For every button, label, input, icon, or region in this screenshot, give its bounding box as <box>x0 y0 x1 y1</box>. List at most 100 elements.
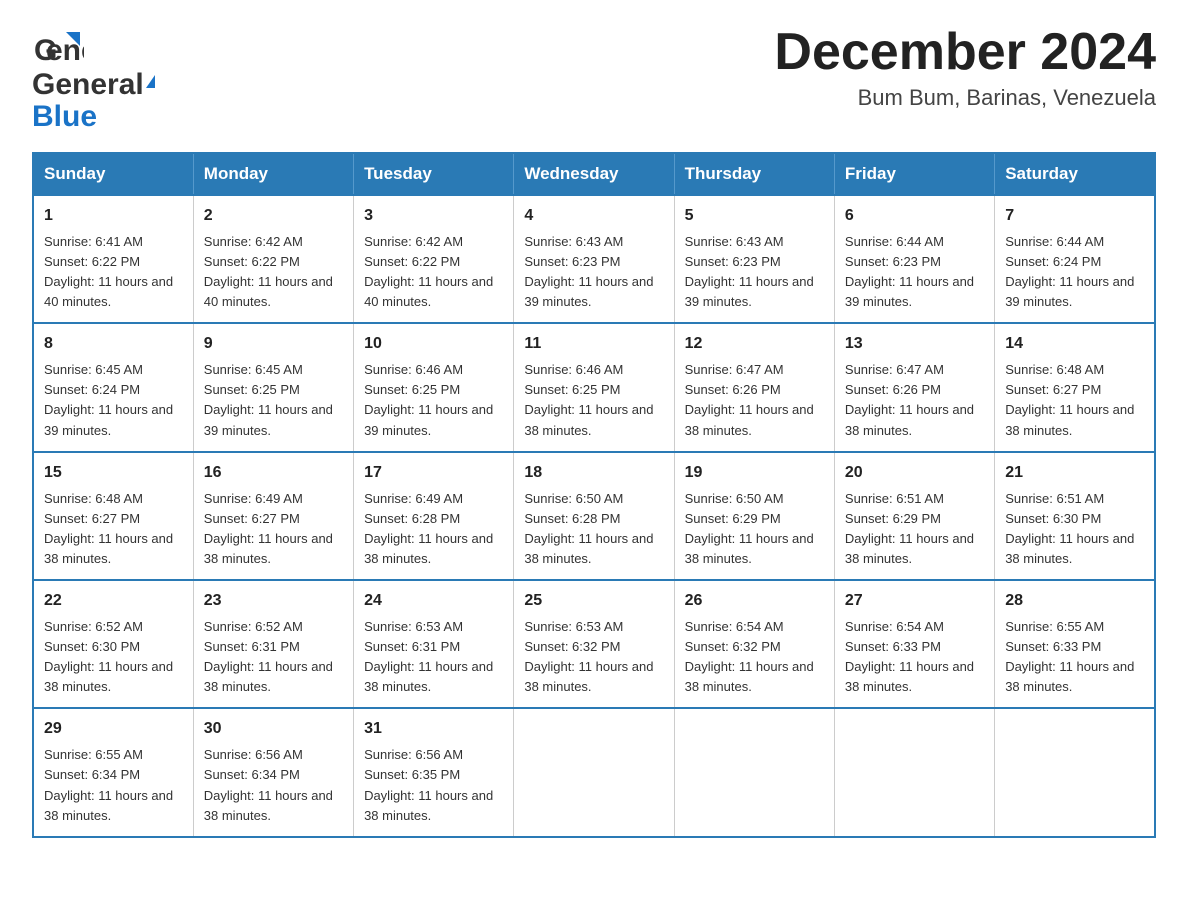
col-header-monday: Monday <box>193 153 353 195</box>
day-number: 14 <box>1005 332 1144 357</box>
calendar-cell: 14 Sunrise: 6:48 AMSunset: 6:27 PMDayligh… <box>995 323 1155 451</box>
title-area: December 2024 Bum Bum, Barinas, Venezuel… <box>774 24 1156 111</box>
calendar-cell: 19 Sunrise: 6:50 AMSunset: 6:29 PMDayligh… <box>674 452 834 580</box>
page-subtitle: Bum Bum, Barinas, Venezuela <box>774 85 1156 111</box>
day-info: Sunrise: 6:50 AMSunset: 6:29 PMDaylight:… <box>685 489 824 570</box>
day-info: Sunrise: 6:51 AMSunset: 6:30 PMDaylight:… <box>1005 489 1144 570</box>
day-info: Sunrise: 6:46 AMSunset: 6:25 PMDaylight:… <box>524 360 663 441</box>
day-info: Sunrise: 6:42 AMSunset: 6:22 PMDaylight:… <box>364 232 503 313</box>
day-number: 8 <box>44 332 183 357</box>
day-number: 19 <box>685 461 824 486</box>
day-info: Sunrise: 6:52 AMSunset: 6:31 PMDaylight:… <box>204 617 343 698</box>
calendar-cell: 16Sunrise: 6:49 AMSunset: 6:27 PMDayligh… <box>193 452 353 580</box>
calendar-cell: 27 Sunrise: 6:54 AMSunset: 6:33 PMDayligh… <box>834 580 994 708</box>
calendar-cell: 5Sunrise: 6:43 AMSunset: 6:23 PMDaylight… <box>674 195 834 323</box>
col-header-wednesday: Wednesday <box>514 153 674 195</box>
col-header-friday: Friday <box>834 153 994 195</box>
calendar-cell: 18Sunrise: 6:50 AMSunset: 6:28 PMDayligh… <box>514 452 674 580</box>
day-info: Sunrise: 6:44 AMSunset: 6:24 PMDaylight:… <box>1005 232 1144 313</box>
day-info: Sunrise: 6:53 AMSunset: 6:32 PMDaylight:… <box>524 617 663 698</box>
calendar-cell <box>995 708 1155 836</box>
day-info: Sunrise: 6:54 AMSunset: 6:32 PMDaylight:… <box>685 617 824 698</box>
logo-general-text: General <box>32 68 144 102</box>
calendar-cell: 21Sunrise: 6:51 AMSunset: 6:30 PMDayligh… <box>995 452 1155 580</box>
day-info: Sunrise: 6:52 AMSunset: 6:30 PMDaylight:… <box>44 617 183 698</box>
calendar-cell <box>834 708 994 836</box>
logo-triangle-icon <box>146 75 155 88</box>
calendar-cell: 1 Sunrise: 6:41 AMSunset: 6:22 PMDaylight… <box>33 195 193 323</box>
day-number: 7 <box>1005 204 1144 229</box>
col-header-thursday: Thursday <box>674 153 834 195</box>
calendar-week-2: 8 Sunrise: 6:45 AMSunset: 6:24 PMDaylight… <box>33 323 1155 451</box>
calendar-header-row: Sunday Monday Tuesday Wednesday Thursday… <box>33 153 1155 195</box>
logo-area: G eneral General Blue <box>32 24 155 134</box>
calendar-cell: 24Sunrise: 6:53 AMSunset: 6:31 PMDayligh… <box>354 580 514 708</box>
day-info: Sunrise: 6:49 AMSunset: 6:28 PMDaylight:… <box>364 489 503 570</box>
day-number: 10 <box>364 332 503 357</box>
calendar-cell: 13 Sunrise: 6:47 AMSunset: 6:26 PMDayligh… <box>834 323 994 451</box>
logo-blue-text: Blue <box>32 100 97 133</box>
day-number: 31 <box>364 717 503 742</box>
calendar-cell: 6Sunrise: 6:44 AMSunset: 6:23 PMDaylight… <box>834 195 994 323</box>
day-number: 27 <box>845 589 984 614</box>
day-info: Sunrise: 6:46 AMSunset: 6:25 PMDaylight:… <box>364 360 503 441</box>
calendar-cell: 26 Sunrise: 6:54 AMSunset: 6:32 PMDayligh… <box>674 580 834 708</box>
calendar-cell: 12Sunrise: 6:47 AMSunset: 6:26 PMDayligh… <box>674 323 834 451</box>
calendar-cell <box>674 708 834 836</box>
day-info: Sunrise: 6:45 AMSunset: 6:24 PMDaylight:… <box>44 360 183 441</box>
page-header: G eneral General Blue December 2024 Bum … <box>32 24 1156 134</box>
day-info: Sunrise: 6:55 AMSunset: 6:33 PMDaylight:… <box>1005 617 1144 698</box>
day-number: 28 <box>1005 589 1144 614</box>
calendar-cell: 3 Sunrise: 6:42 AMSunset: 6:22 PMDaylight… <box>354 195 514 323</box>
day-info: Sunrise: 6:55 AMSunset: 6:34 PMDaylight:… <box>44 745 183 826</box>
day-info: Sunrise: 6:42 AMSunset: 6:22 PMDaylight:… <box>204 232 343 313</box>
col-header-saturday: Saturday <box>995 153 1155 195</box>
calendar-cell: 4Sunrise: 6:43 AMSunset: 6:23 PMDaylight… <box>514 195 674 323</box>
day-info: Sunrise: 6:54 AMSunset: 6:33 PMDaylight:… <box>845 617 984 698</box>
calendar-cell: 22 Sunrise: 6:52 AMSunset: 6:30 PMDayligh… <box>33 580 193 708</box>
day-number: 4 <box>524 204 663 229</box>
calendar-week-4: 22 Sunrise: 6:52 AMSunset: 6:30 PMDayligh… <box>33 580 1155 708</box>
day-info: Sunrise: 6:43 AMSunset: 6:23 PMDaylight:… <box>685 232 824 313</box>
calendar-cell: 20Sunrise: 6:51 AMSunset: 6:29 PMDayligh… <box>834 452 994 580</box>
calendar-cell: 7 Sunrise: 6:44 AMSunset: 6:24 PMDaylight… <box>995 195 1155 323</box>
day-number: 23 <box>204 589 343 614</box>
day-number: 3 <box>364 204 503 229</box>
calendar-cell: 30 Sunrise: 6:56 AMSunset: 6:34 PMDayligh… <box>193 708 353 836</box>
day-info: Sunrise: 6:41 AMSunset: 6:22 PMDaylight:… <box>44 232 183 313</box>
col-header-sunday: Sunday <box>33 153 193 195</box>
day-number: 22 <box>44 589 183 614</box>
calendar-cell: 15Sunrise: 6:48 AMSunset: 6:27 PMDayligh… <box>33 452 193 580</box>
calendar-cell: 2 Sunrise: 6:42 AMSunset: 6:22 PMDaylight… <box>193 195 353 323</box>
day-number: 24 <box>364 589 503 614</box>
day-number: 12 <box>685 332 824 357</box>
calendar-week-5: 29 Sunrise: 6:55 AMSunset: 6:34 PMDayligh… <box>33 708 1155 836</box>
day-number: 16 <box>204 461 343 486</box>
day-number: 2 <box>204 204 343 229</box>
day-number: 1 <box>44 204 183 229</box>
day-number: 11 <box>524 332 663 357</box>
day-number: 26 <box>685 589 824 614</box>
day-info: Sunrise: 6:56 AMSunset: 6:34 PMDaylight:… <box>204 745 343 826</box>
calendar-cell: 25Sunrise: 6:53 AMSunset: 6:32 PMDayligh… <box>514 580 674 708</box>
day-number: 29 <box>44 717 183 742</box>
page-title: December 2024 <box>774 24 1156 81</box>
svg-text:eneral: eneral <box>46 34 84 67</box>
day-number: 30 <box>204 717 343 742</box>
calendar-table: Sunday Monday Tuesday Wednesday Thursday… <box>32 152 1156 838</box>
day-info: Sunrise: 6:45 AMSunset: 6:25 PMDaylight:… <box>204 360 343 441</box>
day-number: 6 <box>845 204 984 229</box>
calendar-cell: 31 Sunrise: 6:56 AMSunset: 6:35 PMDayligh… <box>354 708 514 836</box>
day-number: 13 <box>845 332 984 357</box>
day-info: Sunrise: 6:56 AMSunset: 6:35 PMDaylight:… <box>364 745 503 826</box>
calendar-cell: 28 Sunrise: 6:55 AMSunset: 6:33 PMDayligh… <box>995 580 1155 708</box>
day-info: Sunrise: 6:48 AMSunset: 6:27 PMDaylight:… <box>44 489 183 570</box>
day-info: Sunrise: 6:48 AMSunset: 6:27 PMDaylight:… <box>1005 360 1144 441</box>
day-info: Sunrise: 6:47 AMSunset: 6:26 PMDaylight:… <box>845 360 984 441</box>
day-number: 17 <box>364 461 503 486</box>
calendar-cell: 9 Sunrise: 6:45 AMSunset: 6:25 PMDaylight… <box>193 323 353 451</box>
calendar-cell: 17 Sunrise: 6:49 AMSunset: 6:28 PMDayligh… <box>354 452 514 580</box>
calendar-week-1: 1 Sunrise: 6:41 AMSunset: 6:22 PMDaylight… <box>33 195 1155 323</box>
calendar-week-3: 15Sunrise: 6:48 AMSunset: 6:27 PMDayligh… <box>33 452 1155 580</box>
day-number: 9 <box>204 332 343 357</box>
